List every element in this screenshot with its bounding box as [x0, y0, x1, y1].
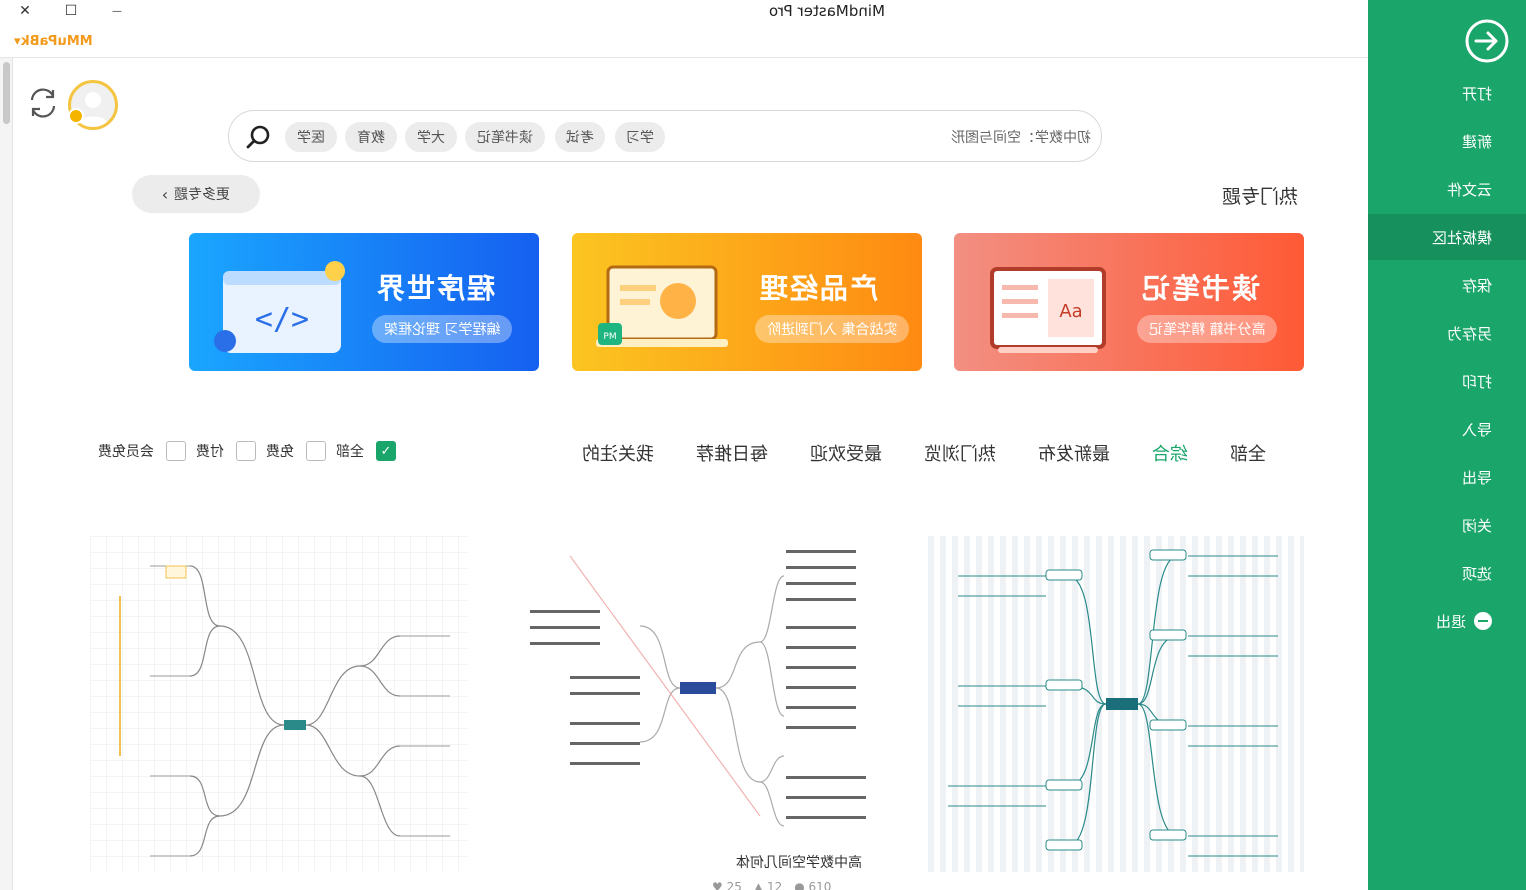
scrollbar-thumb[interactable]: [3, 62, 10, 124]
favorites-count: ♥ 25: [712, 880, 742, 890]
filter-all-label: 全部: [336, 444, 364, 460]
tab-latest[interactable]: 最新发布: [1038, 440, 1110, 466]
mindmap-thumbnail: [928, 536, 1304, 872]
user-menu[interactable]: ▾MMuPaBk: [14, 34, 92, 49]
tab-comprehensive[interactable]: 综合: [1152, 440, 1188, 466]
laptop-chart-illustration-icon: PM: [596, 265, 728, 347]
section-title: 热门专题: [1222, 186, 1299, 208]
banner-subtitle: 高分书籍 精华笔记: [1137, 315, 1278, 343]
menu-import[interactable]: 导入: [1368, 406, 1526, 452]
template-card[interactable]: [510, 536, 888, 872]
checkbox-icon[interactable]: [236, 441, 256, 461]
menu-close[interactable]: 关闭: [1368, 502, 1526, 548]
close-window-button[interactable]: ✕: [14, 2, 36, 20]
menu-export[interactable]: 导出: [1368, 454, 1526, 500]
svg-text:</>: </>: [255, 302, 309, 337]
banner-product-manager[interactable]: PM 产品经理 实战合集 入门到进阶: [572, 233, 922, 371]
banner-subtitle: 编程学习 理论框架: [372, 315, 513, 343]
menu-cloud-files[interactable]: 云文件: [1368, 166, 1526, 212]
likes-count: ▲ 12: [754, 880, 782, 890]
vip-badge-icon: [68, 108, 84, 124]
search-bar[interactable]: 医学 教育 大学 读书笔记 考试 学习 初中数学：空间与图形: [228, 110, 1102, 162]
tab-popular[interactable]: 最受欢迎: [810, 440, 882, 466]
card-stats: ♥ 25 ▲ 12 ● 610: [712, 880, 831, 890]
app-title: MindMaster Pro: [769, 2, 885, 20]
menu-save[interactable]: 保存: [1368, 262, 1526, 308]
banner-subtitle: 实战合集 入门到进阶: [755, 315, 910, 343]
code-window-illustration-icon: </>: [214, 261, 345, 353]
template-card[interactable]: [90, 536, 468, 872]
tab-all[interactable]: 全部: [1230, 440, 1266, 466]
tab-hot[interactable]: 热门浏览: [924, 440, 996, 466]
chevron-left-icon: ‹: [161, 184, 169, 204]
book-notes-illustration-icon: Aa: [990, 267, 1106, 353]
menu-exit[interactable]: 退出: [1368, 598, 1526, 644]
banner-title: 程序世界: [375, 272, 496, 305]
filter-member-free[interactable]: [166, 440, 186, 462]
maximize-window-button[interactable]: ☐: [60, 2, 82, 20]
search-chip[interactable]: 学习: [615, 122, 665, 152]
checkbox-icon[interactable]: [306, 441, 326, 461]
filter-member-free-label: 会员免费: [98, 444, 154, 460]
banner-title: 产品经理: [758, 272, 879, 305]
file-menu-sidebar: 打开 新建 云文件 模板社区 保存 另存为 打印 导入 导出 关闭 选项 退出: [1368, 0, 1526, 890]
filter-paid-label: 付费: [196, 444, 224, 460]
filter-free[interactable]: [306, 440, 326, 462]
vertical-scrollbar[interactable]: [0, 58, 13, 890]
search-icon[interactable]: [245, 123, 273, 151]
filter-paid[interactable]: [236, 440, 256, 462]
arrow-right-circle-icon[interactable]: [1464, 18, 1510, 64]
checkbox-checked-icon[interactable]: ✓: [376, 441, 396, 461]
heart-icon: ♥: [712, 880, 723, 890]
eye-icon: ●: [794, 880, 805, 890]
mindmap-thumbnail: [530, 550, 866, 827]
more-topics-button[interactable]: ‹ 更多专题: [132, 175, 260, 213]
svg-text:PM: PM: [603, 332, 616, 342]
menu-new[interactable]: 新建: [1368, 118, 1526, 164]
search-input[interactable]: 初中数学：空间与图形: [951, 127, 1091, 147]
tab-following[interactable]: 我关注的: [582, 440, 654, 466]
title-bar: ✕ ☐ — MindMaster Pro ▾MMuPaBk: [0, 0, 1368, 58]
search-chip[interactable]: 读书笔记: [465, 122, 545, 152]
banner-programming[interactable]: </> 程序世界 编程学习 理论框架: [189, 233, 539, 371]
filter-all[interactable]: ✓: [376, 440, 396, 462]
search-chip[interactable]: 医学: [285, 122, 337, 152]
menu-template-community[interactable]: 模板社区: [1368, 214, 1526, 260]
tab-daily[interactable]: 每日推荐: [696, 440, 768, 466]
mindmap-thumbnail: [90, 536, 468, 872]
exit-icon: [1474, 612, 1492, 630]
minimize-window-button[interactable]: —: [106, 2, 128, 20]
checkbox-icon[interactable]: [166, 441, 186, 461]
card-caption[interactable]: 高中数学空间几何体: [736, 852, 862, 872]
search-chip[interactable]: 大学: [405, 122, 457, 152]
search-chip[interactable]: 教育: [345, 122, 397, 152]
search-chip[interactable]: 考试: [555, 122, 605, 152]
menu-print[interactable]: 打印: [1368, 358, 1526, 404]
banner-title: 读书笔记: [1140, 272, 1261, 305]
sync-icon[interactable]: [26, 86, 60, 120]
template-card[interactable]: [928, 536, 1306, 872]
menu-open[interactable]: 打开: [1368, 70, 1526, 116]
menu-save-as[interactable]: 另存为: [1368, 310, 1526, 356]
filter-free-label: 免费: [266, 444, 294, 460]
thumbs-up-icon: ▲: [753, 880, 764, 890]
menu-options[interactable]: 选项: [1368, 550, 1526, 596]
svg-text:Aa: Aa: [1059, 301, 1082, 322]
views-count: ● 610: [794, 880, 831, 890]
banner-reading-notes[interactable]: Aa 读书笔记 高分书籍 精华笔记: [954, 233, 1304, 371]
